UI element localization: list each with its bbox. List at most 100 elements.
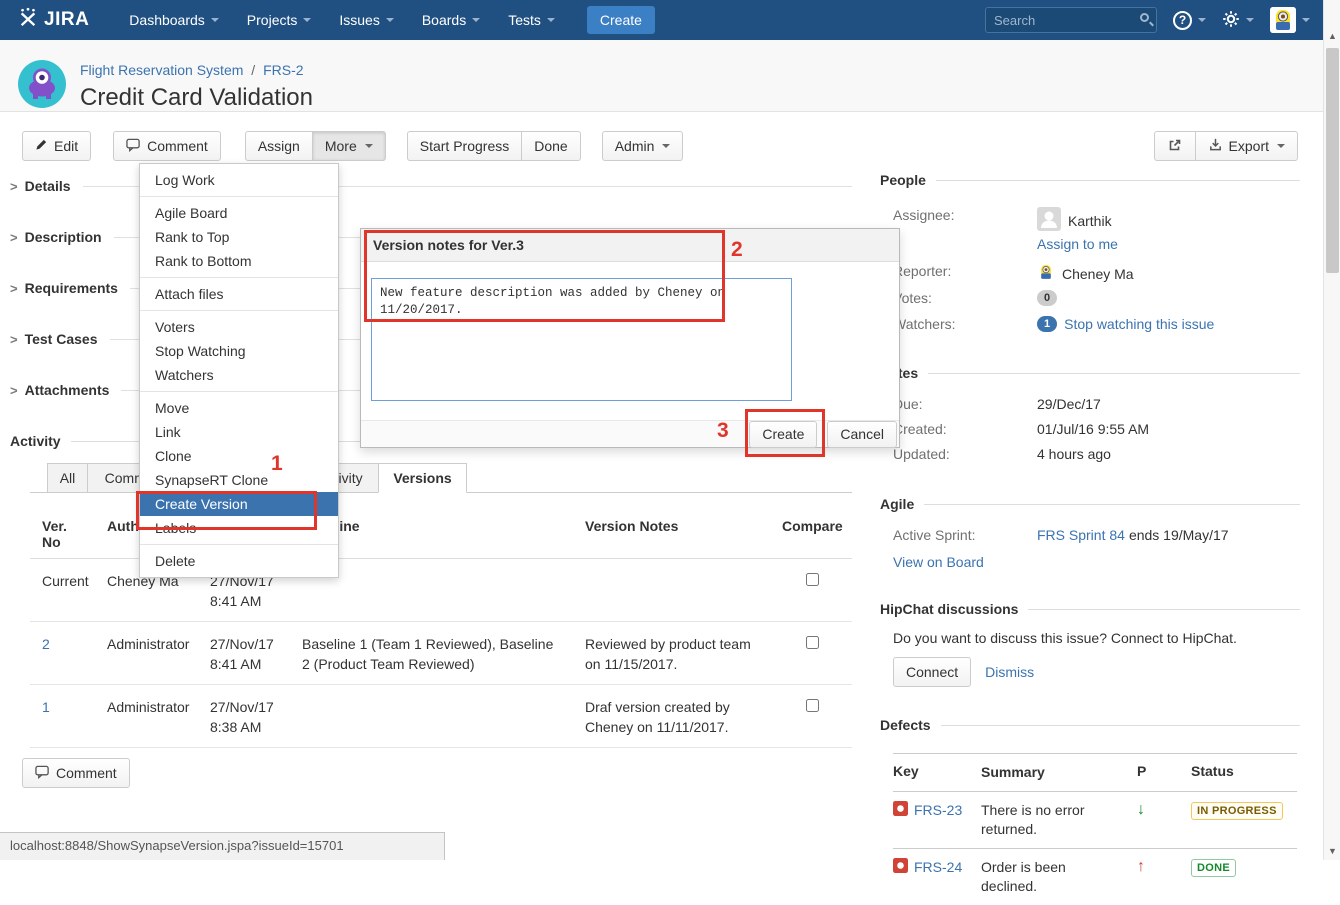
chevron-right-icon: >: [10, 179, 18, 194]
scroll-up-arrow[interactable]: ▲: [1324, 28, 1340, 45]
version-no: Current: [30, 559, 95, 622]
chevron-down-icon: [472, 18, 480, 22]
tab-versions[interactable]: Versions: [378, 463, 467, 493]
compare-link[interactable]: Compare: [770, 508, 852, 559]
hipchat-heading: HipChat discussions: [880, 601, 1300, 617]
start-progress-button[interactable]: Start Progress: [407, 131, 522, 161]
defect-key-link[interactable]: FRS-23: [914, 802, 962, 818]
dialog-cancel-button[interactable]: Cancel: [827, 421, 897, 448]
breadcrumb: Flight Reservation System / FRS-2: [80, 62, 304, 78]
menu-item-log-work[interactable]: Log Work: [140, 168, 338, 192]
help-menu[interactable]: ?: [1173, 11, 1206, 30]
created-value: 01/Jul/16 9:55 AM: [1037, 421, 1149, 437]
bug-icon: [893, 858, 908, 876]
defects-heading: Defects: [880, 717, 1300, 733]
chevron-down-icon: [365, 144, 373, 148]
menu-item-clone[interactable]: Clone: [140, 444, 338, 468]
priority-down-icon: ↓: [1137, 801, 1145, 818]
view-on-board-link[interactable]: View on Board: [893, 554, 984, 570]
user-avatar: [1270, 7, 1296, 33]
menu-item-attach-files[interactable]: Attach files: [140, 282, 338, 306]
compare-checkbox[interactable]: [806, 573, 819, 586]
menu-item-rank-to-bottom[interactable]: Rank to Bottom: [140, 249, 338, 273]
stop-watching-link[interactable]: Stop watching this issue: [1064, 316, 1214, 332]
defect-summary: Order is been declined.: [981, 858, 1131, 896]
compare-checkbox[interactable]: [806, 636, 819, 649]
sprint-ends: ends 19/May/17: [1129, 527, 1229, 543]
chevron-right-icon: >: [10, 332, 18, 347]
admin-button[interactable]: Admin: [602, 131, 684, 161]
breadcrumb-project-link[interactable]: Flight Reservation System: [80, 62, 243, 78]
tab-all[interactable]: All: [47, 463, 88, 493]
menu-item-agile-board[interactable]: Agile Board: [140, 201, 338, 225]
search-input[interactable]: [985, 7, 1157, 33]
due-row: Due: 29/Dec/17: [893, 396, 1101, 412]
dates-heading: Dates: [880, 365, 1300, 381]
menu-issues[interactable]: Issues: [329, 6, 403, 34]
hipchat-dismiss-link[interactable]: Dismiss: [985, 664, 1034, 680]
defects-col-status: Status: [1191, 763, 1297, 779]
version-date: 27/Nov/178:38 AM: [198, 685, 290, 748]
chevron-down-icon: [1198, 18, 1206, 22]
annotation-number-1: 1: [271, 452, 283, 476]
project-avatar: [18, 60, 66, 108]
done-button[interactable]: Done: [521, 131, 580, 161]
active-sprint-row: Active Sprint: FRS Sprint 84 ends 19/May…: [893, 527, 1229, 543]
priority-up-icon: ↑: [1137, 858, 1145, 875]
version-no-link[interactable]: 2: [42, 636, 50, 652]
menu-item-voters[interactable]: Voters: [140, 315, 338, 339]
chevron-down-icon: [662, 144, 670, 148]
menu-boards[interactable]: Boards: [412, 6, 490, 34]
top-navbar: JIRA Dashboards Projects Issues Boards T…: [0, 0, 1340, 40]
hipchat-connect-button[interactable]: Connect: [893, 657, 971, 687]
menu-item-move[interactable]: Move: [140, 396, 338, 420]
assign-to-me-row: Assign to me: [893, 236, 1118, 252]
menu-dashboards[interactable]: Dashboards: [119, 6, 229, 34]
section-details[interactable]: >Details: [10, 178, 852, 194]
votes-badge: 0: [1037, 290, 1057, 306]
menu-item-synapsert-clone[interactable]: SynapseRT Clone: [140, 468, 338, 492]
page-title: Credit Card Validation: [80, 84, 313, 112]
menu-item-link[interactable]: Link: [140, 420, 338, 444]
status-badge: IN PROGRESS: [1191, 802, 1283, 820]
edit-button[interactable]: Edit: [22, 131, 91, 161]
table-row: 2 Administrator 27/Nov/178:41 AM Baselin…: [30, 622, 852, 685]
breadcrumb-issue-link[interactable]: FRS-2: [263, 62, 303, 78]
assign-button[interactable]: Assign: [245, 131, 313, 161]
defect-key-link[interactable]: FRS-24: [914, 859, 962, 875]
user-menu[interactable]: [1270, 7, 1310, 33]
share-button[interactable]: [1154, 131, 1196, 161]
create-button[interactable]: Create: [587, 6, 655, 34]
scrollbar-thumb[interactable]: [1326, 48, 1339, 273]
hipchat-prompt: Do you want to discuss this issue? Conne…: [893, 630, 1237, 646]
reporter-label: Reporter:: [893, 263, 1037, 284]
export-button[interactable]: Export: [1195, 131, 1298, 161]
settings-menu[interactable]: [1222, 10, 1254, 31]
menu-item-delete[interactable]: Delete: [140, 549, 338, 573]
brand-text: JIRA: [44, 9, 89, 31]
version-no-link[interactable]: 1: [42, 699, 50, 715]
more-button[interactable]: More: [312, 131, 386, 161]
comment-footer-button[interactable]: Comment: [22, 758, 130, 788]
search-icon[interactable]: [1140, 13, 1149, 22]
chevron-down-icon: [1246, 18, 1254, 22]
annotation-number-2: 2: [731, 238, 743, 262]
chevron-right-icon: >: [10, 383, 18, 398]
comment-button[interactable]: Comment: [113, 131, 221, 161]
menu-item-watchers[interactable]: Watchers: [140, 363, 338, 387]
assign-to-me-link[interactable]: Assign to me: [1037, 236, 1118, 252]
menu-projects[interactable]: Projects: [237, 6, 322, 34]
menu-item-rank-to-top[interactable]: Rank to Top: [140, 225, 338, 249]
sprint-link[interactable]: FRS Sprint 84: [1037, 527, 1125, 543]
reporter-name: Cheney Ma: [1062, 266, 1134, 282]
annotation-number-3: 3: [717, 419, 729, 443]
chevron-down-icon: [303, 18, 311, 22]
watchers-label: Watchers:: [893, 316, 1037, 332]
menu-tests[interactable]: Tests: [498, 6, 565, 34]
jira-logo[interactable]: JIRA: [18, 7, 89, 33]
menu-item-stop-watching[interactable]: Stop Watching: [140, 339, 338, 363]
chevron-down-icon: [386, 18, 394, 22]
scroll-down-arrow[interactable]: ▼: [1324, 843, 1340, 860]
votes-label: Votes:: [893, 290, 1037, 306]
compare-checkbox[interactable]: [806, 699, 819, 712]
